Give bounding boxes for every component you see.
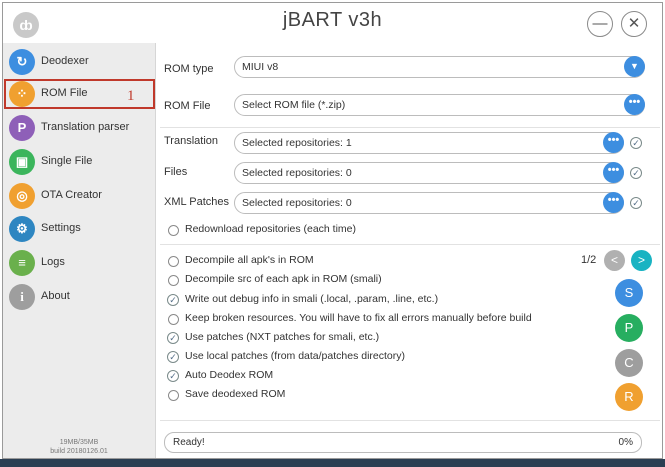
build-text: build 20180126.01 <box>50 448 108 455</box>
rom-type-value: MIUI v8 <box>242 61 279 73</box>
sidebar-item-label: ROM File <box>41 87 88 99</box>
next-page-button[interactable]: > <box>631 250 652 271</box>
xml-patches-label: XML Patches <box>164 196 230 208</box>
redownload-label: Redownload repositories (each time) <box>185 223 356 235</box>
translation-repos-button[interactable]: ••• <box>603 132 624 153</box>
option-checkbox[interactable] <box>168 256 179 267</box>
prev-page-button[interactable]: < <box>604 250 625 271</box>
sidebar-item-deodexer[interactable]: ↻ Deodexer <box>5 47 153 77</box>
sidebar-item-label: OTA Creator <box>41 189 102 201</box>
chevron-down-icon[interactable]: ▼ <box>624 56 645 77</box>
option-label: Auto Deodex ROM <box>185 369 274 381</box>
action-p-button[interactable]: P <box>615 314 643 342</box>
ota-icon: ◎ <box>9 183 35 209</box>
progress-percent: 0% <box>618 437 633 448</box>
option-checkbox[interactable] <box>168 314 179 325</box>
xml-patches-repos-field[interactable]: Selected repositories: 0 ••• <box>234 192 624 214</box>
sidebar-item-logs[interactable]: ≡ Logs <box>5 248 153 278</box>
sidebar-item-about[interactable]: i About <box>5 282 153 312</box>
option-label: Decompile all apk's in ROM <box>185 254 314 266</box>
p-letter-icon: P <box>9 115 35 141</box>
refresh-icon: ↻ <box>9 49 35 75</box>
option-checkbox-checked[interactable]: ✓ <box>167 351 179 363</box>
rom-type-label: ROM type <box>164 63 214 75</box>
title-bar: ȸ jBART v3h — ✕ <box>3 3 662 43</box>
option-label: Use local patches (from data/patches dir… <box>185 350 406 362</box>
status-text: Ready! <box>173 437 205 448</box>
sidebar-item-label: Settings <box>41 222 81 234</box>
files-check-icon[interactable]: ✓ <box>630 167 642 179</box>
sidebar-item-settings[interactable]: ⚙ Settings <box>5 214 153 244</box>
action-c-button[interactable]: C <box>615 349 643 377</box>
rom-file-placeholder: Select ROM file (*.zip) <box>242 99 346 111</box>
sidebar-item-label: About <box>41 290 70 302</box>
memory-text: 19MB/35MB <box>59 439 99 446</box>
sidebar-item-label: Logs <box>41 256 65 268</box>
info-icon: i <box>9 284 35 310</box>
sidebar: ↻ Deodexer ⁘ ROM File 1 P Translation pa… <box>3 43 156 458</box>
files-value: Selected repositories: 0 <box>242 167 352 179</box>
option-checkbox[interactable] <box>168 390 179 401</box>
divider <box>160 420 660 421</box>
gear-icon: ⚙ <box>9 216 35 242</box>
window-title: jBART v3h <box>282 9 383 31</box>
xml-patches-check-icon[interactable]: ✓ <box>630 197 642 209</box>
option-label: Decompile src of each apk in ROM (smali) <box>185 273 382 285</box>
main-panel: ROM type MIUI v8 ▼ ROM File Select ROM f… <box>156 43 662 458</box>
rom-file-icon: ⁘ <box>9 81 35 107</box>
android-icon: ▣ <box>9 149 35 175</box>
xml-patches-repos-button[interactable]: ••• <box>603 192 624 213</box>
action-s-button[interactable]: S <box>615 279 643 307</box>
sidebar-item-translation-parser[interactable]: P Translation parser <box>5 113 153 143</box>
divider <box>160 244 660 245</box>
translation-repos-field[interactable]: Selected repositories: 1 ••• <box>234 132 624 154</box>
translation-label: Translation <box>164 135 219 147</box>
xml-patches-value: Selected repositories: 0 <box>242 197 352 209</box>
option-checkbox-checked[interactable]: ✓ <box>167 370 179 382</box>
os-taskbar <box>0 459 665 467</box>
option-label: Write out debug info in smali (.local, .… <box>185 293 439 305</box>
close-button[interactable]: ✕ <box>621 11 647 37</box>
annotation-number: 1 <box>127 88 135 104</box>
rom-type-select[interactable]: MIUI v8 ▼ <box>234 56 645 78</box>
sidebar-item-single-file[interactable]: ▣ Single File <box>5 147 153 177</box>
option-label: Keep broken resources. You will have to … <box>185 312 532 324</box>
sidebar-item-ota-creator[interactable]: ◎ OTA Creator <box>5 181 153 211</box>
redownload-checkbox[interactable] <box>168 225 179 236</box>
option-label: Save deodexed ROM <box>185 388 286 400</box>
files-repos-field[interactable]: Selected repositories: 0 ••• <box>234 162 624 184</box>
files-label: Files <box>164 166 188 178</box>
rom-file-label: ROM File <box>164 100 211 112</box>
app-window: ȸ jBART v3h — ✕ ↻ Deodexer ⁘ ROM File 1 … <box>2 2 663 459</box>
sidebar-item-label: Translation parser <box>41 121 130 133</box>
logs-icon: ≡ <box>9 250 35 276</box>
status-progress-bar: Ready! 0% <box>164 432 642 453</box>
divider <box>160 127 660 128</box>
translation-check-icon[interactable]: ✓ <box>630 137 642 149</box>
option-checkbox-checked[interactable]: ✓ <box>167 332 179 344</box>
page-indicator: 1/2 <box>581 254 597 266</box>
memory-usage: 19MB/35MB build 20180126.01 <box>3 438 155 456</box>
minimize-button[interactable]: — <box>587 11 613 37</box>
rom-file-input[interactable]: Select ROM file (*.zip) ••• <box>234 94 645 116</box>
browse-rom-button[interactable]: ••• <box>624 94 645 115</box>
sidebar-item-label: Single File <box>41 155 93 167</box>
option-checkbox[interactable] <box>168 275 179 286</box>
files-repos-button[interactable]: ••• <box>603 162 624 183</box>
option-checkbox-checked[interactable]: ✓ <box>167 294 179 306</box>
action-r-button[interactable]: R <box>615 383 643 411</box>
option-label: Use patches (NXT patches for smali, etc.… <box>185 331 380 343</box>
sidebar-item-label: Deodexer <box>41 55 89 67</box>
translation-value: Selected repositories: 1 <box>242 137 352 149</box>
